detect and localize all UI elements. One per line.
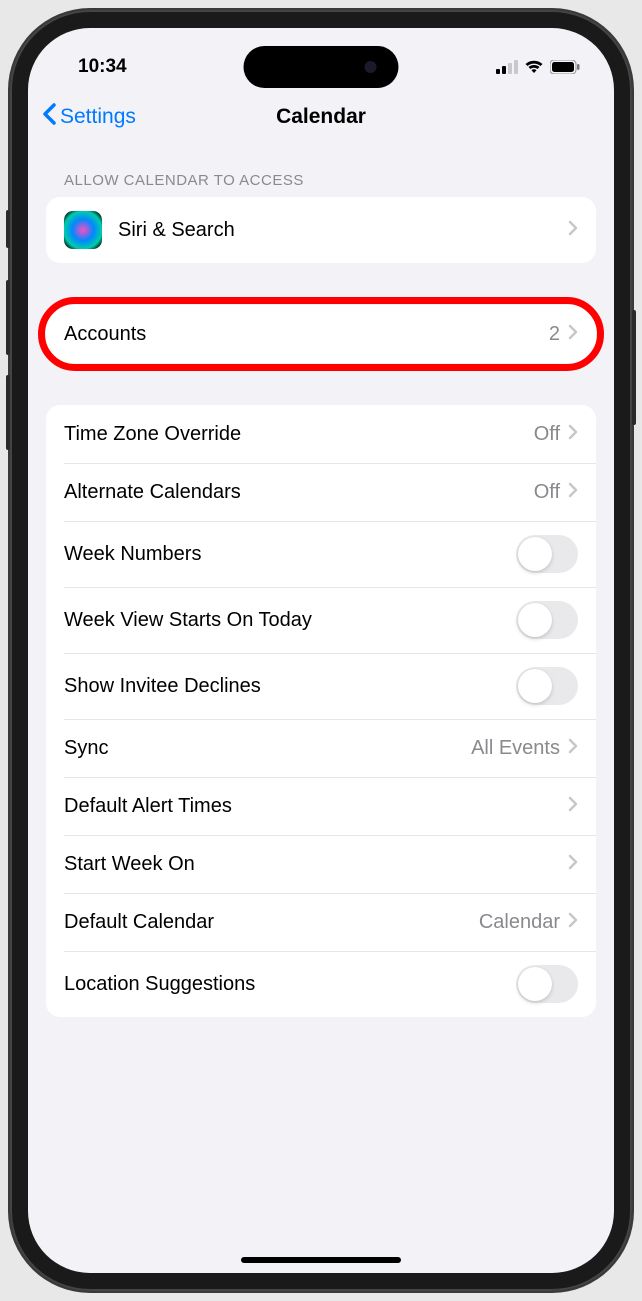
back-button[interactable]: Settings xyxy=(42,103,136,131)
default-alert-times-label: Default Alert Times xyxy=(64,795,568,818)
chevron-right-icon xyxy=(568,854,578,875)
siri-search-label: Siri & Search xyxy=(118,219,568,242)
chevron-right-icon xyxy=(568,324,578,345)
show-invitee-declines-label: Show Invitee Declines xyxy=(64,675,516,698)
default-calendar-label: Default Calendar xyxy=(64,911,479,934)
start-week-on-label: Start Week On xyxy=(64,853,568,876)
chevron-right-icon xyxy=(568,424,578,445)
chevron-right-icon xyxy=(568,912,578,933)
sync-row[interactable]: Sync All Events xyxy=(46,719,596,777)
accounts-row[interactable]: Accounts 2 xyxy=(46,305,596,363)
status-icons xyxy=(496,60,580,74)
home-indicator[interactable] xyxy=(241,1257,401,1263)
section-header-access: ALLOW CALENDAR TO ACCESS xyxy=(46,146,596,197)
timezone-override-value: Off xyxy=(534,423,560,446)
screen: 10:34 Settings Calendar xyxy=(28,28,614,1273)
start-week-on-row[interactable]: Start Week On xyxy=(46,835,596,893)
week-numbers-row: Week Numbers xyxy=(46,521,596,587)
location-suggestions-toggle[interactable] xyxy=(516,965,578,1003)
sync-value: All Events xyxy=(471,737,560,760)
sync-label: Sync xyxy=(64,737,471,760)
siri-search-row[interactable]: Siri & Search xyxy=(46,197,596,263)
wifi-icon xyxy=(524,60,544,74)
phone-frame: 10:34 Settings Calendar xyxy=(10,10,632,1291)
alternate-calendars-label: Alternate Calendars xyxy=(64,481,534,504)
alternate-calendars-value: Off xyxy=(534,481,560,504)
timezone-override-row[interactable]: Time Zone Override Off xyxy=(46,405,596,463)
default-calendar-row[interactable]: Default Calendar Calendar xyxy=(46,893,596,951)
navigation-bar: Settings Calendar xyxy=(28,88,614,146)
location-suggestions-label: Location Suggestions xyxy=(64,973,516,996)
timezone-override-label: Time Zone Override xyxy=(64,423,534,446)
chevron-right-icon xyxy=(568,482,578,503)
week-view-today-row: Week View Starts On Today xyxy=(46,587,596,653)
accounts-group: Accounts 2 xyxy=(46,305,596,363)
cellular-signal-icon xyxy=(496,60,518,74)
power-button xyxy=(632,310,636,425)
siri-icon xyxy=(64,211,102,249)
back-label: Settings xyxy=(60,105,136,129)
chevron-left-icon xyxy=(42,103,56,131)
chevron-right-icon xyxy=(568,220,578,241)
show-invitee-declines-toggle[interactable] xyxy=(516,667,578,705)
silent-switch xyxy=(6,210,10,248)
volume-up-button xyxy=(6,280,10,355)
accounts-label: Accounts xyxy=(64,323,549,346)
content-area: ALLOW CALENDAR TO ACCESS Siri & Search A… xyxy=(28,146,614,1017)
default-calendar-value: Calendar xyxy=(479,911,560,934)
week-numbers-toggle[interactable] xyxy=(516,535,578,573)
location-suggestions-row: Location Suggestions xyxy=(46,951,596,1017)
calendar-settings-group: Time Zone Override Off Alternate Calenda… xyxy=(46,405,596,1017)
show-invitee-declines-row: Show Invitee Declines xyxy=(46,653,596,719)
status-time: 10:34 xyxy=(78,56,127,78)
accounts-count: 2 xyxy=(549,323,560,346)
access-group: Siri & Search xyxy=(46,197,596,263)
battery-icon xyxy=(550,60,580,74)
week-view-today-toggle[interactable] xyxy=(516,601,578,639)
dynamic-island xyxy=(244,46,399,88)
week-numbers-label: Week Numbers xyxy=(64,543,516,566)
default-alert-times-row[interactable]: Default Alert Times xyxy=(46,777,596,835)
chevron-right-icon xyxy=(568,738,578,759)
page-title: Calendar xyxy=(276,105,366,129)
alternate-calendars-row[interactable]: Alternate Calendars Off xyxy=(46,463,596,521)
chevron-right-icon xyxy=(568,796,578,817)
week-view-today-label: Week View Starts On Today xyxy=(64,609,516,632)
volume-down-button xyxy=(6,375,10,450)
